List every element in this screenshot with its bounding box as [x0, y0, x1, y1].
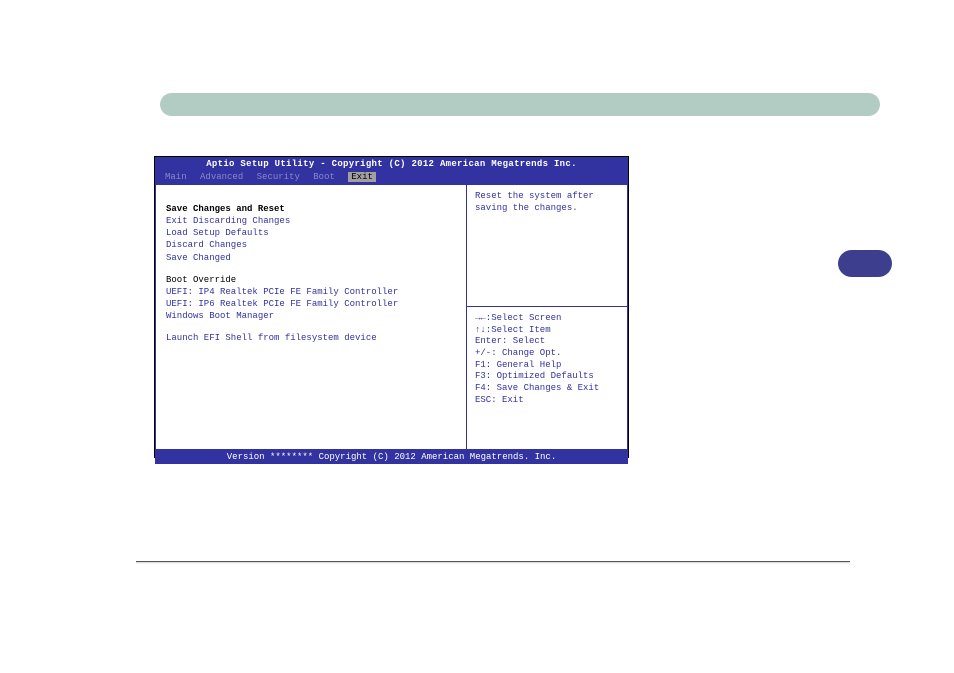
- menu-uefi-ip4[interactable]: UEFI: IP4 Realtek PCIe FE Family Control…: [166, 286, 456, 298]
- bios-window: Aptio Setup Utility - Copyright (C) 2012…: [154, 156, 629, 458]
- help-f1: F1: General Help: [475, 360, 619, 372]
- bios-body: Save Changes and Reset Exit Discarding C…: [155, 183, 628, 450]
- tab-security[interactable]: Security: [257, 172, 300, 182]
- menu-exit-discarding[interactable]: Exit Discarding Changes: [166, 215, 456, 227]
- menu-windows-boot-manager[interactable]: Windows Boot Manager: [166, 310, 456, 322]
- help-keys: →←:Select Screen ↑↓:Select Item Enter: S…: [467, 307, 628, 450]
- tab-advanced[interactable]: Advanced: [200, 172, 243, 182]
- tab-main[interactable]: Main: [165, 172, 187, 182]
- menu-save-changes-reset[interactable]: Save Changes and Reset: [166, 203, 456, 215]
- menu-launch-efi-shell[interactable]: Launch EFI Shell from filesystem device: [166, 332, 456, 344]
- menu-discard-changes[interactable]: Discard Changes: [166, 239, 456, 251]
- menu-save-changed[interactable]: Save Changed: [166, 252, 456, 264]
- bios-title: Aptio Setup Utility - Copyright (C) 2012…: [155, 157, 628, 171]
- help-change-opt: +/-: Change Opt.: [475, 348, 619, 360]
- menu-uefi-ip6[interactable]: UEFI: IP6 Realtek PCIe FE Family Control…: [166, 298, 456, 310]
- help-enter: Enter: Select: [475, 336, 619, 348]
- help-f4: F4: Save Changes & Exit: [475, 383, 619, 395]
- bios-right-panel: Reset the system after saving the change…: [467, 183, 628, 450]
- help-select-item: ↑↓:Select Item: [475, 325, 619, 337]
- tab-exit[interactable]: Exit: [348, 172, 376, 182]
- bios-footer: Version ******** Copyright (C) 2012 Amer…: [155, 450, 628, 464]
- bios-tabs: Main Advanced Security Boot Exit: [155, 171, 628, 183]
- header-pill: [160, 93, 880, 116]
- help-esc: ESC: Exit: [475, 395, 619, 407]
- bios-left-panel: Save Changes and Reset Exit Discarding C…: [155, 183, 467, 450]
- menu-load-defaults[interactable]: Load Setup Defaults: [166, 227, 456, 239]
- help-f3: F3: Optimized Defaults: [475, 371, 619, 383]
- side-pill: [838, 250, 892, 277]
- boot-override-label: Boot Override: [166, 274, 456, 286]
- help-select-screen: →←:Select Screen: [475, 313, 619, 325]
- help-description: Reset the system after saving the change…: [467, 183, 628, 307]
- tab-boot[interactable]: Boot: [313, 172, 335, 182]
- bottom-divider: [136, 561, 850, 562]
